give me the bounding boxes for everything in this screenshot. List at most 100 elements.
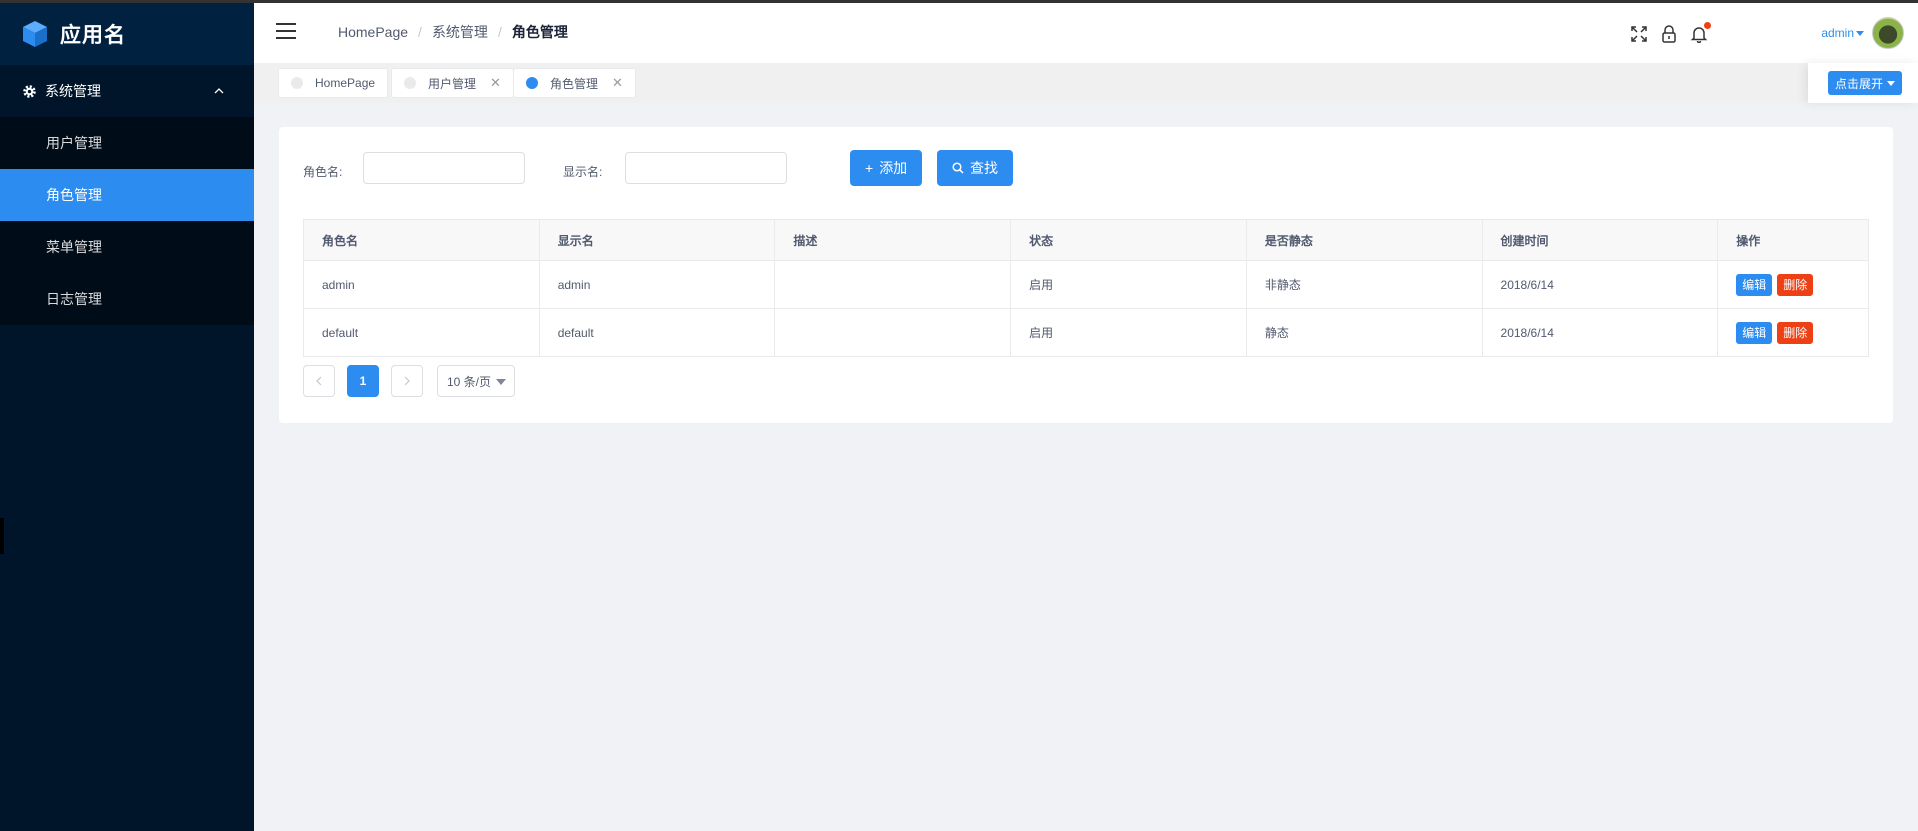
column-header: 显示名 — [540, 220, 776, 260]
breadcrumb: HomePage / 系统管理 / 角色管理 — [338, 22, 568, 42]
sidebar-edge-marker — [0, 518, 4, 554]
prev-page-button[interactable] — [303, 365, 335, 397]
chevron-up-icon — [214, 88, 224, 94]
close-icon[interactable]: ✕ — [612, 75, 623, 91]
cell-created: 2018/6/14 — [1483, 309, 1719, 356]
avatar — [1872, 17, 1904, 49]
fullscreen-icon[interactable] — [1630, 25, 1648, 43]
cell-status: 启用 — [1011, 261, 1247, 308]
menu-toggle-icon[interactable] — [276, 23, 296, 39]
display-name-input[interactable] — [625, 152, 787, 184]
cell-description — [775, 309, 1012, 356]
gear-icon — [23, 84, 36, 98]
breadcrumb-separator: / — [497, 24, 502, 40]
user-menu[interactable]: admin — [1821, 17, 1904, 49]
cell-role-name: default — [304, 309, 540, 356]
sidebar-group-system[interactable]: 系统管理 — [0, 65, 254, 117]
tags-expand-area: 点击展开 — [1808, 63, 1918, 103]
tag-label: 用户管理 — [428, 76, 477, 91]
plus-icon: + — [865, 160, 874, 176]
tags-nav: HomePage 用户管理 ✕ 角色管理 ✕ 点击展开 — [254, 63, 1918, 103]
display-name-label: 显示名: — [563, 165, 603, 179]
chevron-right-icon — [404, 376, 410, 386]
tags-expand-label: 点击展开 — [1834, 76, 1883, 91]
search-form: 角色名: 显示名: + 添加 查找 — [303, 150, 1103, 188]
username: admin — [1821, 26, 1854, 40]
cell-actions: 编辑 删除 — [1718, 309, 1868, 356]
table-header: 角色名 显示名 描述 状态 是否静态 创建时间 操作 — [304, 220, 1868, 260]
cell-static: 非静态 — [1247, 261, 1483, 308]
tag-status-dot — [404, 77, 416, 89]
table-row: default default 启用 静态 2018/6/14 编辑 删除 — [304, 308, 1868, 356]
app-name: 应用名 — [60, 24, 126, 47]
search-icon — [952, 162, 964, 174]
sidebar-item-label: 菜单管理 — [46, 239, 102, 255]
sidebar-item-logs[interactable]: 日志管理 — [0, 273, 254, 325]
table-row: admin admin 启用 非静态 2018/6/14 编辑 删除 — [304, 260, 1868, 308]
close-icon[interactable]: ✕ — [490, 75, 501, 91]
notification-bell[interactable] — [1690, 22, 1711, 44]
tag-label: 角色管理 — [550, 76, 599, 91]
breadcrumb-item-system[interactable]: 系统管理 — [432, 22, 488, 42]
tags-expand-button[interactable]: 点击展开 — [1827, 71, 1902, 95]
tag-roles[interactable]: 角色管理 ✕ — [513, 68, 636, 98]
content-card: 角色名: 显示名: + 添加 查找 角色名 显示名 描述 状态 是否静态 创建时… — [279, 127, 1893, 423]
chevron-left-icon — [316, 376, 322, 386]
tag-homepage[interactable]: HomePage — [278, 68, 389, 98]
sidebar-submenu: 用户管理 角色管理 菜单管理 日志管理 — [0, 117, 254, 325]
cell-static: 静态 — [1247, 309, 1483, 356]
add-button[interactable]: + 添加 — [850, 150, 923, 186]
cell-description — [775, 261, 1012, 308]
roles-table: 角色名 显示名 描述 状态 是否静态 创建时间 操作 admin admin 启… — [303, 219, 1869, 357]
cell-display-name: admin — [540, 261, 776, 308]
header-icons — [1630, 22, 1711, 44]
search-button[interactable]: 查找 — [937, 150, 1013, 186]
cell-role-name: admin — [304, 261, 540, 308]
column-header: 角色名 — [304, 220, 540, 260]
sidebar-item-label: 日志管理 — [46, 291, 102, 307]
sidebar-item-menus[interactable]: 菜单管理 — [0, 221, 254, 273]
sidebar-item-label: 用户管理 — [46, 135, 102, 151]
cell-display-name: default — [540, 309, 776, 356]
tag-users[interactable]: 用户管理 ✕ — [391, 68, 514, 98]
sidebar: 应用名 系统管理 用户管理 角色管理 菜单管理 日志管理 — [0, 0, 254, 831]
caret-down-icon — [1887, 80, 1895, 86]
role-name-input[interactable] — [363, 152, 525, 184]
breadcrumb-item-home[interactable]: HomePage — [338, 24, 408, 40]
cell-actions: 编辑 删除 — [1718, 261, 1868, 308]
cell-created: 2018/6/14 — [1483, 261, 1719, 308]
lock-icon[interactable] — [1660, 25, 1678, 43]
tag-label: HomePage — [315, 76, 376, 90]
column-header: 是否静态 — [1247, 220, 1483, 260]
edit-button[interactable]: 编辑 — [1736, 273, 1773, 296]
page-number-button[interactable]: 1 — [347, 365, 379, 397]
edit-button[interactable]: 编辑 — [1736, 321, 1773, 344]
next-page-button[interactable] — [391, 365, 423, 397]
search-button-label: 查找 — [970, 160, 998, 176]
cell-status: 启用 — [1011, 309, 1247, 356]
delete-button[interactable]: 删除 — [1777, 273, 1814, 296]
caret-down-icon — [496, 379, 506, 385]
breadcrumb-separator: / — [418, 24, 422, 40]
add-button-label: 添加 — [879, 160, 908, 176]
pagination: 1 10 条/页 — [303, 365, 515, 397]
delete-button[interactable]: 删除 — [1777, 321, 1814, 344]
cube-icon — [23, 21, 47, 47]
notification-badge-dot — [1704, 22, 1711, 29]
caret-down-icon — [1856, 30, 1864, 36]
page-size-value: 10 条/页 — [447, 374, 492, 389]
top-header: HomePage / 系统管理 / 角色管理 admin — [254, 0, 1918, 63]
role-name-label: 角色名: — [303, 165, 343, 179]
tag-status-dot — [291, 77, 303, 89]
column-header: 描述 — [775, 220, 1012, 260]
sidebar-item-label: 角色管理 — [46, 187, 102, 203]
column-header: 创建时间 — [1483, 220, 1719, 260]
app-logo[interactable]: 应用名 — [0, 0, 254, 65]
column-header: 状态 — [1011, 220, 1247, 260]
sidebar-item-roles[interactable]: 角色管理 — [0, 169, 254, 221]
column-header: 操作 — [1736, 233, 1761, 248]
tag-status-dot — [526, 77, 538, 89]
sidebar-item-users[interactable]: 用户管理 — [0, 117, 254, 169]
page-size-select[interactable]: 10 条/页 — [437, 365, 515, 397]
breadcrumb-item-current: 角色管理 — [511, 24, 568, 40]
